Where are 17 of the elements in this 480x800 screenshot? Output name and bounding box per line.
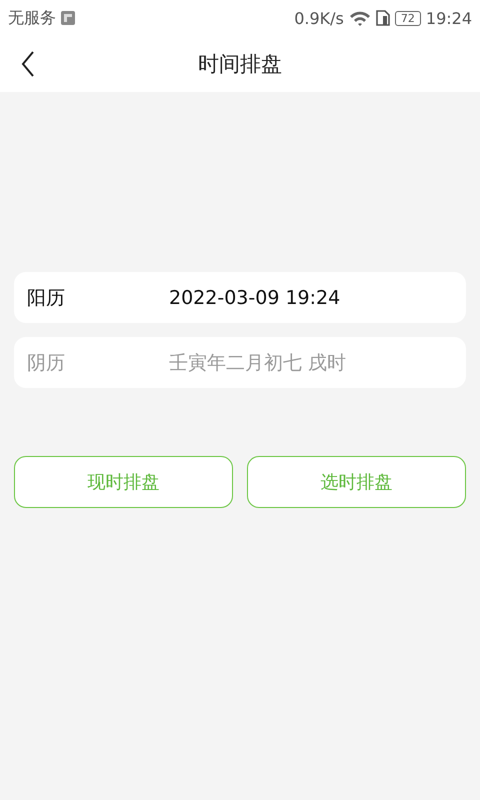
calendar-label: 阳历 <box>27 286 66 310</box>
network-speed: 0.9K/s <box>294 8 344 28</box>
clock-time: 19:24 <box>426 8 472 28</box>
action-button[interactable]: 现时排盘 <box>14 456 233 508</box>
back-icon[interactable] <box>21 51 35 77</box>
date-value: 壬寅年二月初七 戌时 <box>169 350 346 376</box>
image-icon <box>61 11 75 25</box>
sim-card-icon <box>376 10 390 26</box>
calendar-label: 阴历 <box>27 350 66 376</box>
action-button[interactable]: 选时排盘 <box>247 456 466 508</box>
calendar-row[interactable]: 阴历 壬寅年二月初七 戌时 <box>14 337 466 388</box>
battery-icon: 72 <box>394 10 421 26</box>
wifi-icon <box>348 10 371 26</box>
calendar-row[interactable]: 阳历 2022-03-09 19:24 <box>14 272 466 323</box>
page-title: 时间排盘 <box>198 51 282 78</box>
date-value: 2022-03-09 19:24 <box>169 286 340 308</box>
carrier-text: 无服务 <box>8 8 56 28</box>
